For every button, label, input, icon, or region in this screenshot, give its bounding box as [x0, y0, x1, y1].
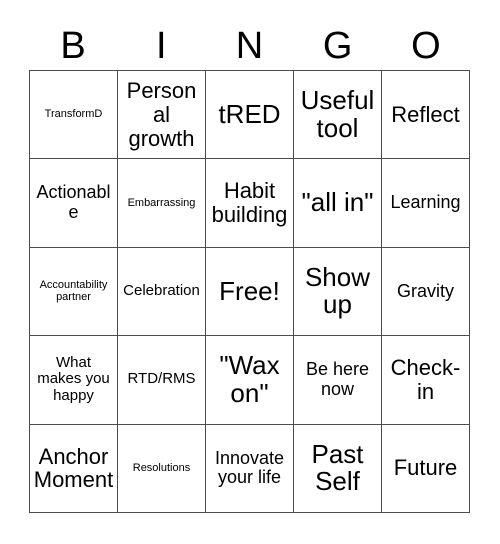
- bingo-cell-free-space[interactable]: Free!: [206, 247, 294, 337]
- bingo-cell[interactable]: Be here now: [294, 336, 382, 425]
- bingo-cell-label: Innovate your life: [214, 447, 285, 488]
- bingo-cell[interactable]: Learning: [382, 159, 470, 248]
- bingo-cell-label: RTD/RMS: [127, 370, 196, 388]
- bingo-cell-label: Habit building: [211, 178, 288, 228]
- bingo-card: B I N G O TransformD Personal growth tRE…: [0, 0, 500, 544]
- bingo-cell[interactable]: Innovate your life: [206, 424, 294, 513]
- bingo-cell[interactable]: Anchor Moment: [30, 424, 118, 513]
- bingo-cell-label: Embarrassing: [127, 196, 196, 209]
- bingo-cell-label: Resolutions: [132, 461, 191, 474]
- bingo-header-letter-o: O: [411, 25, 441, 67]
- bingo-cell-label: Future: [393, 455, 458, 481]
- bingo-header-letter-b: B: [60, 25, 86, 67]
- bingo-header-letters: B I N G O: [29, 22, 470, 70]
- bingo-cell[interactable]: Reflect: [382, 71, 470, 160]
- bingo-cell[interactable]: Show up: [294, 247, 382, 337]
- bingo-cell[interactable]: Actionable: [30, 159, 118, 248]
- bingo-cell[interactable]: Embarrassing: [118, 159, 206, 248]
- bingo-cell-label: Gravity: [396, 280, 454, 301]
- bingo-cell-label: "Wax on": [219, 350, 280, 408]
- bingo-cell[interactable]: Personal growth: [118, 71, 206, 160]
- bingo-cell-label: tRED: [218, 98, 281, 129]
- bingo-cell-label: Be here now: [305, 359, 370, 399]
- bingo-cell[interactable]: Habit building: [206, 159, 294, 248]
- bingo-header-letter-n: N: [235, 25, 264, 67]
- bingo-cell-label: Free!: [219, 275, 280, 306]
- bingo-cell[interactable]: TransformD: [30, 71, 118, 160]
- bingo-cell[interactable]: Gravity: [382, 247, 470, 337]
- bingo-grid: TransformD Personal growth tRED Useful t…: [29, 70, 470, 513]
- bingo-cell-label: Celebration: [123, 282, 200, 300]
- bingo-cell[interactable]: tRED: [206, 71, 294, 160]
- bingo-cell-label: Useful tool: [300, 85, 375, 143]
- bingo-cell[interactable]: "Wax on": [206, 336, 294, 425]
- bingo-cell-label: What makes you happy: [37, 353, 110, 405]
- bingo-cell-label: TransformD: [44, 108, 103, 121]
- bingo-cell[interactable]: RTD/RMS: [118, 336, 206, 425]
- bingo-header-letter-g: G: [322, 25, 353, 67]
- bingo-cell-label: Personal growth: [126, 78, 197, 151]
- bingo-cell-label: "all in": [301, 187, 374, 218]
- bingo-cell[interactable]: Celebration: [118, 247, 206, 337]
- bingo-cell-label: Past Self: [311, 438, 364, 497]
- bingo-cell[interactable]: What makes you happy: [30, 336, 118, 425]
- bingo-cell[interactable]: Past Self: [294, 424, 382, 513]
- bingo-cell[interactable]: Useful tool: [294, 71, 382, 160]
- bingo-cell-label: Accountability partner: [39, 278, 108, 304]
- bingo-cell[interactable]: "all in": [294, 159, 382, 248]
- bingo-cell[interactable]: Resolutions: [118, 424, 206, 513]
- bingo-cell-label: Reflect: [391, 101, 460, 127]
- bingo-cell-label: Check-in: [390, 355, 461, 404]
- bingo-header-letter-i: I: [156, 25, 167, 67]
- bingo-cell[interactable]: Accountability partner: [30, 247, 118, 337]
- bingo-cell[interactable]: Check-in: [382, 336, 470, 425]
- bingo-cell-label: Learning: [390, 192, 461, 213]
- bingo-cell-label: Show up: [304, 261, 371, 320]
- bingo-cell[interactable]: Future: [382, 424, 470, 513]
- bingo-cell-label: Anchor Moment: [33, 443, 114, 493]
- bingo-cell-label: Actionable: [36, 182, 111, 223]
